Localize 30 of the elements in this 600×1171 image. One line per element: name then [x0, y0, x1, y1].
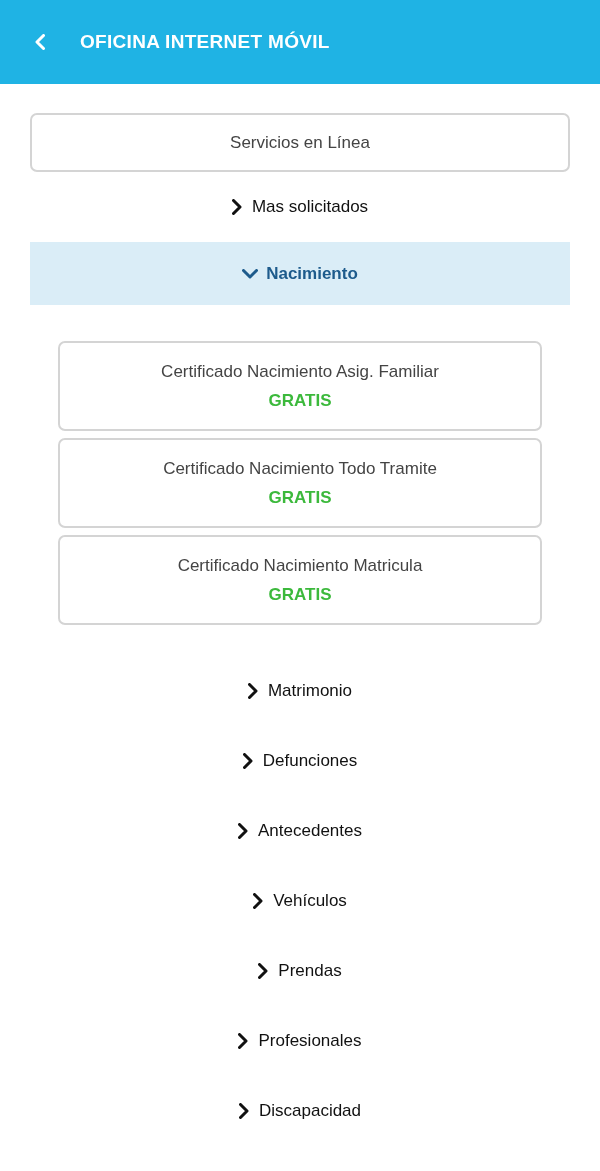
- certificate-card[interactable]: Certificado Nacimiento Todo Tramite GRATIS: [58, 438, 542, 528]
- chevron-right-icon: [247, 683, 258, 699]
- chevron-down-icon: [242, 268, 259, 279]
- certificate-card[interactable]: Certificado Nacimiento Matricula GRATIS: [58, 535, 542, 625]
- back-icon: [35, 34, 45, 50]
- chevron-right-icon: [231, 199, 242, 215]
- certificate-title: Certificado Nacimiento Asig. Familiar: [161, 360, 439, 383]
- certificate-title: Certificado Nacimiento Matricula: [177, 554, 423, 577]
- category-row[interactable]: Prendas: [30, 936, 570, 1006]
- category-row[interactable]: Matrimonio: [30, 656, 570, 726]
- chevron-right-icon: [253, 893, 264, 909]
- chevron-right-icon: [238, 823, 248, 839]
- category-row[interactable]: Profesionales: [30, 1006, 570, 1076]
- category-row[interactable]: Nacimiento: [30, 242, 570, 305]
- price-label: GRATIS: [268, 390, 332, 412]
- chevron-right-icon: [258, 963, 269, 979]
- category-row[interactable]: Defunciones: [30, 726, 570, 796]
- category-row[interactable]: Antecedentes: [30, 796, 570, 866]
- chevron-right-icon: [238, 1103, 249, 1119]
- certificate-card[interactable]: Certificado Nacimiento Asig. Familiar GRATIS: [58, 341, 542, 431]
- screen-title: OFICINA INTERNET MÓVIL: [80, 29, 330, 54]
- price-label: GRATIS: [268, 584, 332, 606]
- category-row[interactable]: Discapacidad: [30, 1076, 570, 1146]
- category-row[interactable]: Mas solicitados: [30, 172, 570, 242]
- certificate-title: Certificado Nacimiento Todo Tramite: [163, 457, 437, 480]
- category-row[interactable]: Vehículos: [30, 866, 570, 936]
- chevron-right-icon: [238, 1033, 249, 1049]
- price-label: GRATIS: [268, 487, 332, 509]
- services-button[interactable]: Servicios en Línea: [30, 113, 570, 172]
- chevron-right-icon: [242, 753, 253, 769]
